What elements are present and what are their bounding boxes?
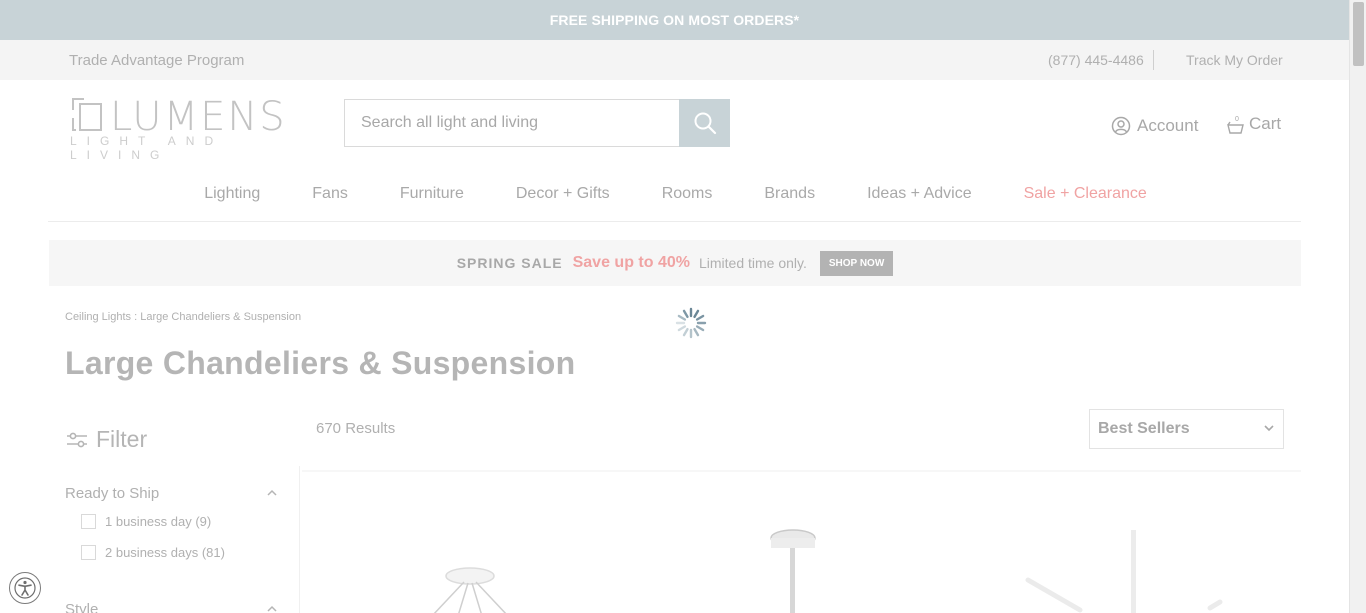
results-count: 670 Results <box>316 420 396 437</box>
search-bar <box>344 99 730 147</box>
filter-sliders-icon <box>67 432 87 447</box>
nav-item-rooms[interactable]: Rooms <box>636 185 739 203</box>
lumens-logo[interactable]: LUMENS LIGHT AND LIVING <box>70 94 296 162</box>
filter-label: Filter <box>96 426 148 452</box>
sort-select[interactable]: Best Sellers <box>1089 409 1284 449</box>
account-link[interactable]: Account <box>1111 116 1198 136</box>
phone-link[interactable]: (877) 445-4486 <box>1048 52 1144 68</box>
user-icon <box>1111 116 1131 136</box>
free-shipping-text: FREE SHIPPING ON MOST ORDERS* <box>549 12 800 28</box>
account-label: Account <box>1137 116 1199 135</box>
nav-item-brands[interactable]: Brands <box>738 185 841 203</box>
chevron-up-icon[interactable] <box>266 603 278 613</box>
product-image-pendant[interactable] <box>765 528 825 613</box>
checkbox[interactable] <box>81 514 96 529</box>
facet-option-label: 2 business days (81) <box>105 545 225 560</box>
vertical-scrollbar[interactable] <box>1349 0 1366 613</box>
filter-toggle[interactable]: Filter <box>66 426 147 453</box>
loading-spinner-icon <box>675 307 707 339</box>
utility-bar: Trade Advantage Program (877) 445-4486 T… <box>0 40 1349 80</box>
nav-item-lighting[interactable]: Lighting <box>178 185 286 203</box>
promo-label: SPRING SALE <box>456 255 563 271</box>
facet-option-1-day[interactable]: 1 business day (9) <box>81 514 211 529</box>
breadcrumb-parent[interactable]: Ceiling Lights <box>65 311 131 323</box>
accessibility-icon <box>14 577 36 599</box>
facet-option-label: 1 business day (9) <box>105 514 212 529</box>
trade-program-link[interactable]: Trade Advantage Program <box>69 52 244 69</box>
cart-link[interactable]: 0 Cart <box>1227 114 1281 134</box>
facet-title-style[interactable]: Style <box>65 601 98 613</box>
product-image-sputnik[interactable] <box>1020 528 1230 613</box>
nav-item-ideas-advice[interactable]: Ideas + Advice <box>841 185 998 203</box>
cart-count: 0 <box>1235 116 1239 123</box>
product-image-ring-chandelier[interactable] <box>420 566 520 613</box>
free-shipping-banner[interactable]: FREE SHIPPING ON MOST ORDERS* <box>0 0 1349 40</box>
search-input[interactable] <box>344 99 679 147</box>
sidebar-divider <box>299 466 300 613</box>
page-title: Large Chandeliers & Suspension <box>65 345 576 381</box>
logo-tagline: LIGHT AND LIVING <box>70 134 224 162</box>
facet-option-2-days[interactable]: 2 business days (81) <box>81 545 225 560</box>
main-navigation: Lighting Fans Furniture Decor + Gifts Ro… <box>48 166 1301 222</box>
page-content: FREE SHIPPING ON MOST ORDERS* Trade Adva… <box>0 0 1349 613</box>
facet-title-ready-to-ship[interactable]: Ready to Ship <box>65 485 159 502</box>
accessibility-button[interactable] <box>9 572 41 604</box>
checkbox[interactable] <box>81 545 96 560</box>
site-header: LUMENS LIGHT AND LIVING Account <box>0 80 1349 166</box>
track-order-link[interactable]: Track My Order <box>1186 52 1283 68</box>
nav-item-furniture[interactable]: Furniture <box>374 185 490 203</box>
cart-icon: 0 <box>1227 116 1244 134</box>
scrollbar-thumb[interactable] <box>1353 2 1364 66</box>
search-icon <box>694 112 716 135</box>
nav-item-fans[interactable]: Fans <box>286 185 374 203</box>
shop-now-button[interactable]: SHOP NOW <box>819 250 894 276</box>
product-grid-top-border <box>302 470 1301 472</box>
promo-discount: Save up to 40% <box>572 254 690 271</box>
logo-mark-icon <box>72 98 102 131</box>
chevron-up-icon[interactable] <box>266 487 278 499</box>
breadcrumb: Ceiling Lights : Large Chandeliers & Sus… <box>65 311 301 323</box>
utility-divider <box>1153 50 1154 70</box>
cart-label: Cart <box>1249 114 1282 133</box>
promo-note: Limited time only. <box>698 255 807 271</box>
nav-item-sale-clearance[interactable]: Sale + Clearance <box>998 185 1173 203</box>
breadcrumb-separator: : <box>134 311 138 323</box>
nav-item-decor-gifts[interactable]: Decor + Gifts <box>490 185 636 203</box>
chevron-down-icon <box>1264 425 1274 432</box>
promo-banner: SPRING SALE Save up to 40% Limited time … <box>49 240 1301 286</box>
sort-value: Best Sellers <box>1098 420 1190 437</box>
page: FREE SHIPPING ON MOST ORDERS* Trade Adva… <box>0 0 1366 613</box>
search-button[interactable] <box>679 99 730 147</box>
breadcrumb-current: Large Chandeliers & Suspension <box>140 311 302 323</box>
